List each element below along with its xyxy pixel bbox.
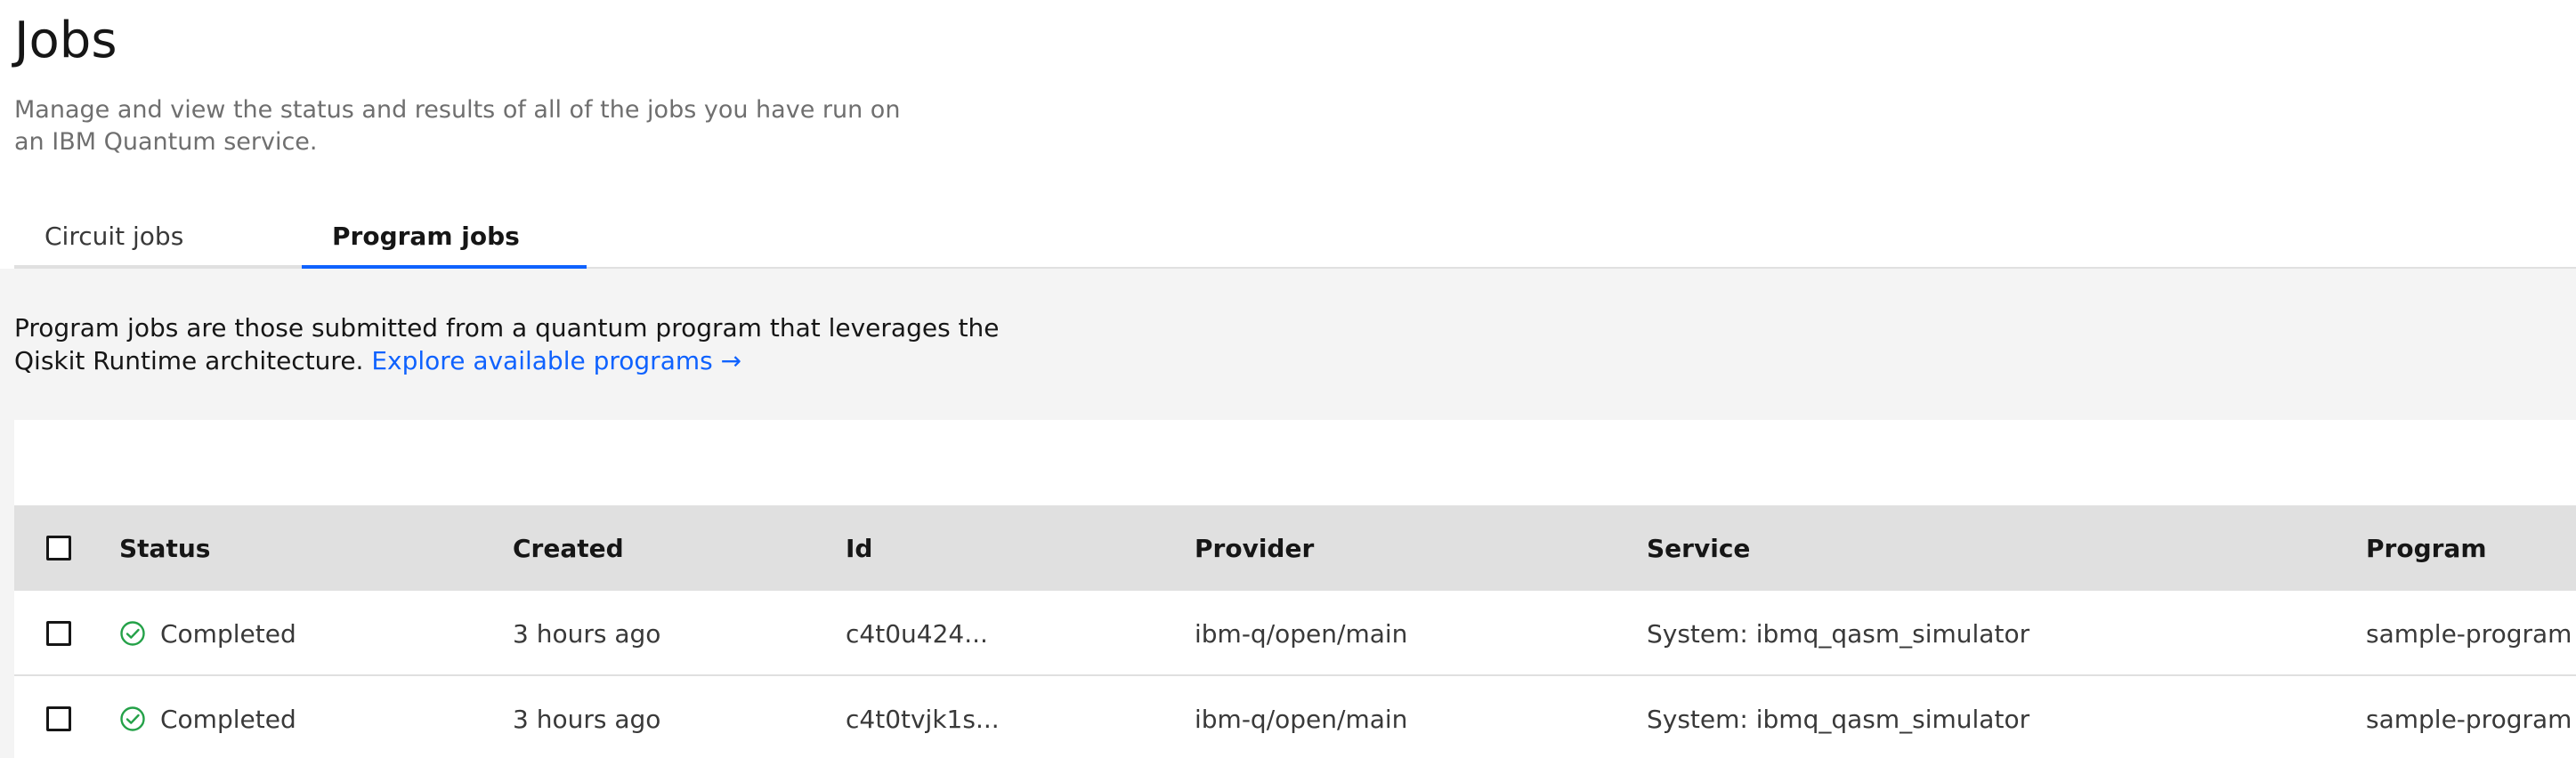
column-header-service[interactable]: Service [1647,505,1750,591]
column-header-id[interactable]: Id [846,505,872,591]
status-cell: Completed [119,591,296,676]
column-header-status[interactable]: Status [119,505,210,591]
program-cell: sample-program [2366,704,2572,734]
created-cell: 3 hours ago [513,618,661,649]
service-cell: System: ibmq_qasm_simulator [1647,704,2030,734]
service-cell: System: ibmq_qasm_simulator [1647,618,2030,649]
checkmark-outline-icon [119,706,146,732]
tab-circuit-jobs[interactable]: Circuit jobs [14,206,302,269]
tab-circuit-jobs-label: Circuit jobs [45,221,184,251]
checkmark-outline-icon [119,620,146,647]
table-header-row: Status Created Id Provider Service Progr… [14,505,2576,591]
status-cell: Completed [119,676,296,758]
created-cell: 3 hours ago [513,704,661,734]
program-cell: sample-program [2366,618,2572,649]
tab-program-jobs-label: Program jobs [332,221,520,251]
provider-cell: ibm-q/open/main [1195,704,1408,734]
program-jobs-description: Program jobs are those submitted from a … [14,311,1038,377]
row-select-cell [46,676,71,758]
column-header-program[interactable]: Program [2366,505,2487,591]
table-row[interactable]: Completed 3 hours ago c4t0tvjk1s... ibm-… [14,676,2576,758]
program-jobs-table: Status Created Id Provider Service Progr… [14,420,2576,758]
tab-program-jobs[interactable]: Program jobs [302,206,587,269]
row-select-cell [46,591,71,676]
jobs-tabs: Circuit jobs Program jobs [14,206,2576,269]
select-all-checkbox[interactable] [46,536,71,560]
jobs-page: Jobs Manage and view the status and resu… [0,0,2576,758]
row-checkbox[interactable] [46,621,71,646]
page-title: Jobs [14,12,117,69]
select-all-cell [46,505,71,591]
column-header-created[interactable]: Created [513,505,624,591]
status-text: Completed [160,618,296,649]
column-header-provider[interactable]: Provider [1195,505,1314,591]
page-subtitle: Manage and view the status and results o… [14,96,901,156]
row-checkbox[interactable] [46,706,71,731]
explore-programs-link[interactable]: Explore available programs → [371,346,741,375]
job-id-cell[interactable]: c4t0u424... [846,591,988,676]
provider-cell: ibm-q/open/main [1195,618,1408,649]
table-row[interactable]: Completed 3 hours ago c4t0u424... ibm-q/… [14,591,2576,676]
status-text: Completed [160,704,296,734]
job-id-cell[interactable]: c4t0tvjk1s... [846,676,1000,758]
